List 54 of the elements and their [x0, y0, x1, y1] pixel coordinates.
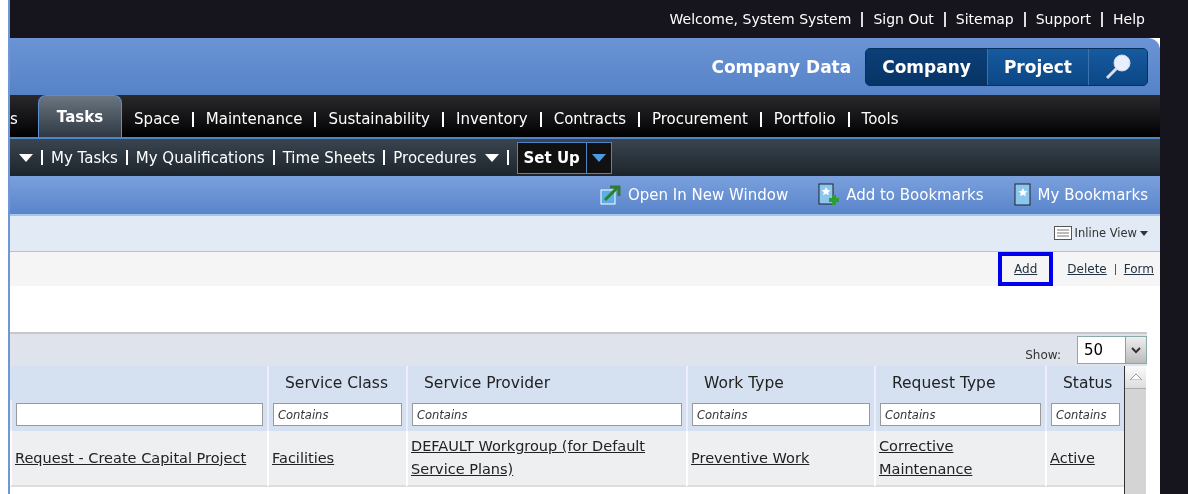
top-link[interactable]: Help: [1113, 11, 1145, 27]
welcome-text: Welcome, System System: [669, 11, 852, 27]
column-header: Service Class: [267, 366, 406, 400]
nav-tab[interactable]: Contracts: [541, 101, 638, 137]
filter-field[interactable]: [16, 403, 263, 426]
open-window-icon: [600, 184, 622, 206]
action-link[interactable]: Delete: [1067, 262, 1107, 276]
nav-tab[interactable]: Space: [122, 101, 192, 137]
subnav-item[interactable]: My Qualifications: [135, 148, 265, 167]
filter-field[interactable]: Contains: [273, 403, 402, 426]
nav-tab[interactable]: Tools: [849, 101, 911, 137]
page-size-select[interactable]: 50: [1077, 336, 1147, 364]
show-label: Show:: [1025, 348, 1061, 362]
subnav-item[interactable]: Time Sheets: [282, 148, 376, 167]
nav-tab[interactable]: Procurement: [640, 101, 760, 137]
nav-tab[interactable]: Sustainability: [316, 101, 442, 137]
column-header: Service Provider: [406, 366, 686, 400]
caret-icon: [1140, 230, 1148, 236]
chevron-down-icon[interactable]: [1125, 337, 1146, 363]
subnav-item[interactable]: Procedures: [393, 148, 477, 167]
subnav-item[interactable]: My Tasks: [51, 148, 118, 167]
add-bookmark-icon: [818, 183, 841, 207]
table-cell-link[interactable]: Facilities: [272, 446, 335, 470]
filter-field[interactable]: Contains: [692, 403, 870, 426]
nav-tab[interactable]: s: [10, 101, 28, 137]
action-link[interactable]: Add: [998, 252, 1054, 286]
column-header: Request Type: [874, 366, 1045, 400]
view-menu[interactable]: Inline View: [1053, 226, 1148, 240]
filter-field[interactable]: Contains: [880, 403, 1041, 426]
nav-tab[interactable]: Inventory: [444, 101, 540, 137]
top-link[interactable]: Sign Out: [873, 11, 934, 27]
nav-tab[interactable]: Tasks: [37, 95, 123, 137]
scope-button[interactable]: Company: [866, 48, 988, 85]
filter-field[interactable]: Contains: [1051, 403, 1120, 426]
table-icon: [1053, 226, 1072, 240]
nav-tab[interactable]: Portfolio: [761, 101, 848, 137]
column-header: Status: [1045, 366, 1124, 400]
subnav-item[interactable]: Set Up: [517, 142, 587, 173]
scope-button[interactable]: Project: [987, 48, 1089, 85]
top-link[interactable]: Support: [1035, 11, 1092, 27]
filter-field[interactable]: Contains: [412, 403, 682, 426]
caret-icon[interactable]: [484, 153, 499, 162]
search-icon: [1103, 51, 1133, 82]
up-arrow-icon: [1129, 374, 1142, 380]
caret-icon: [591, 153, 606, 162]
column-header: Work Type: [686, 366, 874, 400]
search-button[interactable]: [1089, 48, 1147, 85]
scrollbar[interactable]: [1124, 366, 1146, 494]
nav-tab[interactable]: Maintenance: [193, 101, 315, 137]
header-title: Company Data: [711, 56, 852, 77]
bookmark-icon: [1013, 183, 1032, 207]
caret-icon[interactable]: [19, 153, 33, 162]
action-link[interactable]: Form: [1123, 262, 1154, 276]
top-link[interactable]: Sitemap: [955, 11, 1014, 27]
